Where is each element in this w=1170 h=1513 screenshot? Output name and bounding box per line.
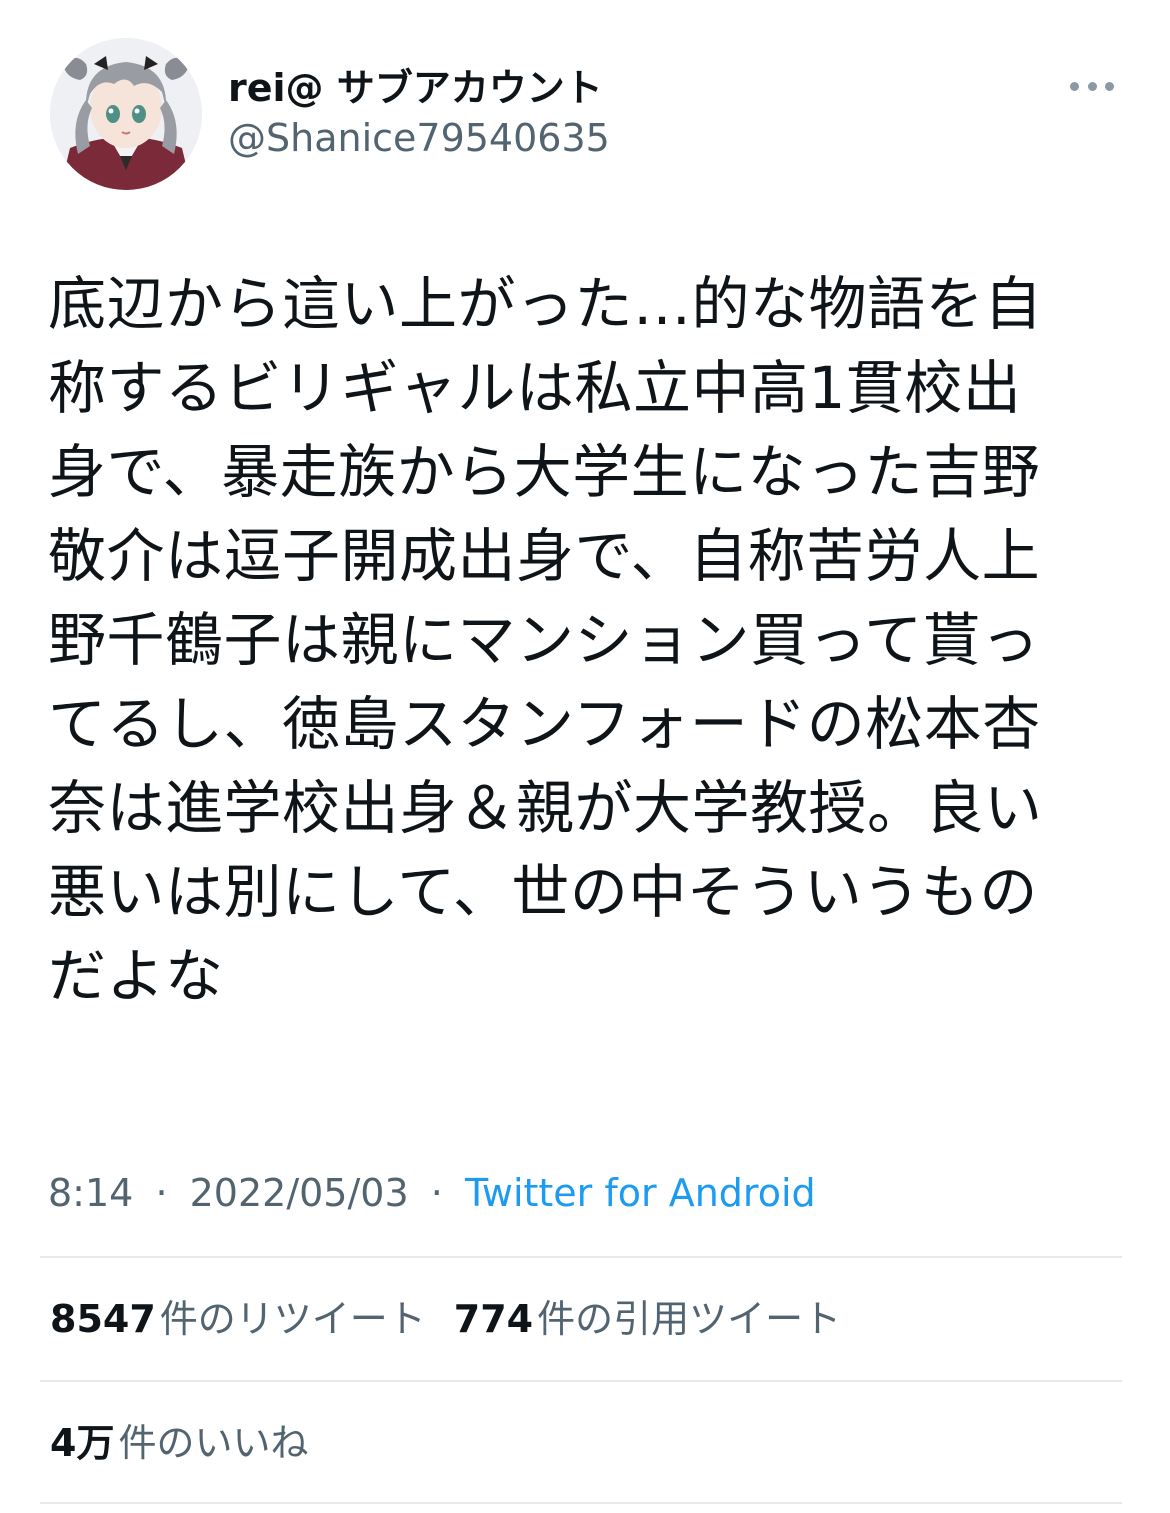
anime-girl-avatar-icon: [50, 38, 202, 190]
likes-count: 4万: [50, 1421, 115, 1465]
author-names: rei@ サブアカウント @Shanice79540635: [228, 66, 610, 162]
more-horizontal-icon[interactable]: [1070, 74, 1114, 98]
quotes-stat[interactable]: 774 件の引用ツイート: [454, 1294, 841, 1344]
retweets-stat[interactable]: 8547 件のリツイート: [50, 1294, 426, 1344]
likes-label: 件のいいね: [118, 1421, 309, 1465]
display-name[interactable]: rei@ サブアカウント: [228, 66, 610, 110]
retweets-label: 件のリツイート: [159, 1297, 426, 1341]
tweet-source-link[interactable]: Twitter for Android: [465, 1171, 816, 1215]
avatar[interactable]: [50, 38, 202, 190]
tweet-date[interactable]: 2022/05/03: [190, 1171, 409, 1215]
likes-stats: 4万 件のいいね: [50, 1418, 308, 1468]
tweet-metadata: 8:14 · 2022/05/03 · Twitter for Android: [48, 1168, 816, 1218]
quotes-count: 774: [453, 1297, 534, 1341]
likes-stat[interactable]: 4万 件のいいね: [50, 1418, 308, 1468]
divider: [40, 1256, 1122, 1258]
divider: [40, 1502, 1122, 1504]
dot: [1070, 81, 1079, 91]
divider: [40, 1380, 1122, 1382]
retweet-quote-stats: 8547 件のリツイート 774 件の引用ツイート: [50, 1294, 841, 1344]
separator: ·: [430, 1171, 443, 1215]
tweet-text: 底辺から這い上がった…的な物語を自 称するビリギャルは私立中高1貫校出 身で、暴…: [48, 270, 1043, 1010]
tweet-header: rei@ サブアカウント @Shanice79540635: [50, 38, 1120, 198]
dot: [1087, 81, 1097, 91]
dot: [1105, 81, 1114, 91]
separator: ·: [155, 1171, 168, 1215]
tweet-time[interactable]: 8:14: [48, 1171, 133, 1215]
retweets-count: 8547: [50, 1297, 156, 1341]
user-handle[interactable]: @Shanice79540635: [228, 114, 610, 162]
quotes-label: 件の引用ツイート: [537, 1297, 842, 1341]
